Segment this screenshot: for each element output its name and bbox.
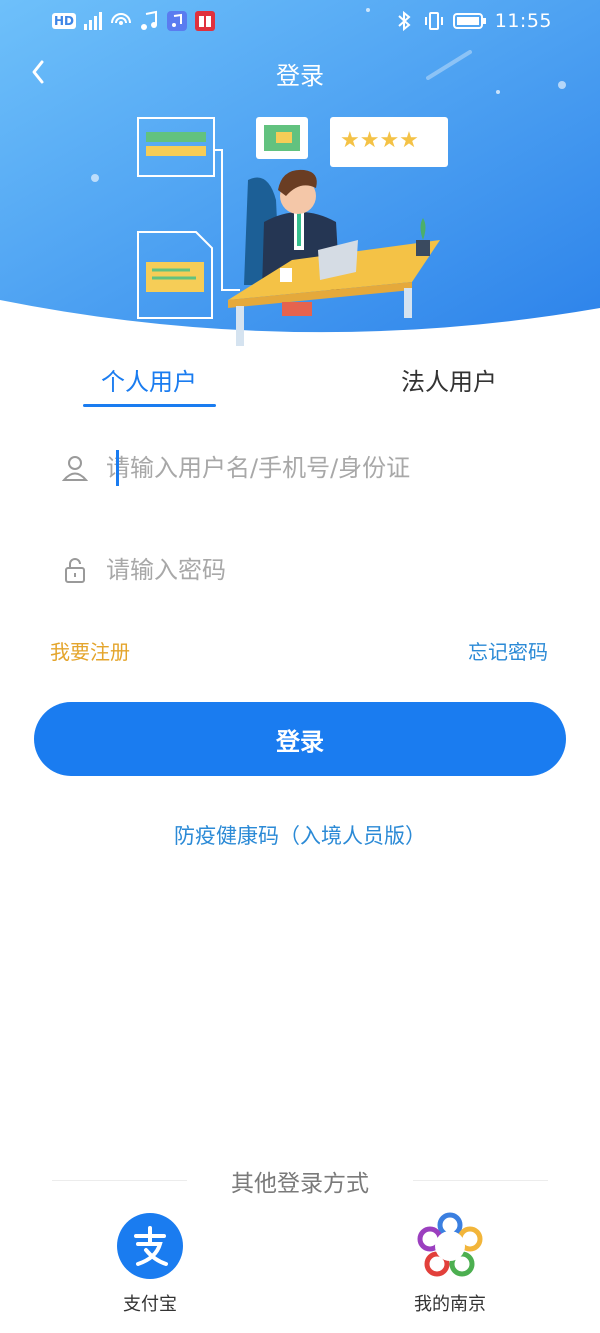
bluetooth-icon xyxy=(393,10,415,32)
my-nanjing-login-button[interactable]: 我的南京 xyxy=(390,1212,510,1316)
page-title: 登录 xyxy=(276,62,324,90)
clock: 11:55 xyxy=(494,10,552,32)
password-field xyxy=(60,540,550,600)
vibrate-icon xyxy=(423,10,445,32)
hotspot-icon xyxy=(110,10,132,32)
lock-icon xyxy=(60,555,90,585)
username-field xyxy=(60,438,550,498)
status-bar: HD 11:55 xyxy=(0,0,600,44)
user-icon xyxy=(60,453,90,483)
login-button[interactable]: 登录 xyxy=(34,702,566,776)
password-input[interactable] xyxy=(106,556,526,584)
forgot-password-link[interactable]: 忘记密码 xyxy=(468,636,548,665)
alipay-label: 支付宝 xyxy=(123,1294,177,1315)
alipay-login-button[interactable]: 支付宝 xyxy=(90,1212,210,1316)
app-music-icon xyxy=(166,10,188,32)
hero-banner: ★★★★ HD 11:55 登录 xyxy=(0,0,600,350)
auth-links: 我要注册 忘记密码 xyxy=(0,636,600,672)
tab-personal-user[interactable]: 个人用户 xyxy=(82,362,216,397)
my-nanjing-label: 我的南京 xyxy=(414,1294,486,1315)
text-cursor xyxy=(116,450,119,486)
music-icon xyxy=(138,10,160,32)
alipay-logo-icon xyxy=(116,1212,184,1280)
app-reader-icon xyxy=(194,10,216,32)
tab-legal-user[interactable]: 法人用户 xyxy=(382,362,516,397)
my-nanjing-logo-icon xyxy=(416,1212,484,1280)
svg-text:★★★★: ★★★★ xyxy=(340,128,419,153)
user-type-tabs: 个人用户 法人用户 xyxy=(0,350,600,420)
divider-right xyxy=(413,1180,548,1181)
hd-indicator: HD xyxy=(52,13,77,29)
register-link[interactable]: 我要注册 xyxy=(50,636,130,665)
health-code-link[interactable]: 防疫健康码（入境人员版） xyxy=(0,820,600,850)
other-login-section: 其他登录方式 xyxy=(0,1160,600,1200)
signal-icon xyxy=(82,10,104,32)
battery-icon xyxy=(452,10,487,32)
username-input[interactable] xyxy=(106,454,526,482)
active-tab-indicator xyxy=(83,404,216,407)
other-login-title: 其他登录方式 xyxy=(231,1171,369,1197)
top-bar: 登录 xyxy=(0,44,600,100)
